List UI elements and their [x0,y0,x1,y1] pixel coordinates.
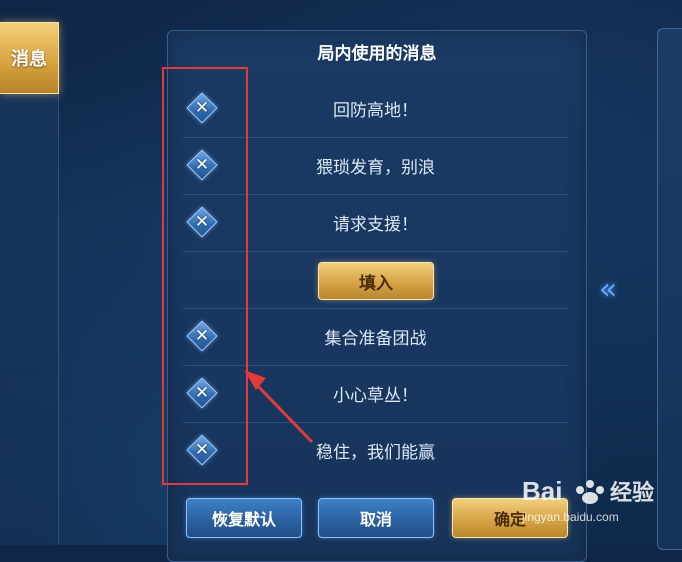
baidu-logo-icon: Bai 经验 [522,476,654,506]
svg-text:经验: 经验 [610,480,654,506]
annotation-arrow [244,370,314,444]
watermark-url: jingyan.baidu.com [522,510,619,524]
svg-text:Bai: Bai [522,476,562,506]
watermark: Bai 经验 jingyan.baidu.com [512,470,677,540]
